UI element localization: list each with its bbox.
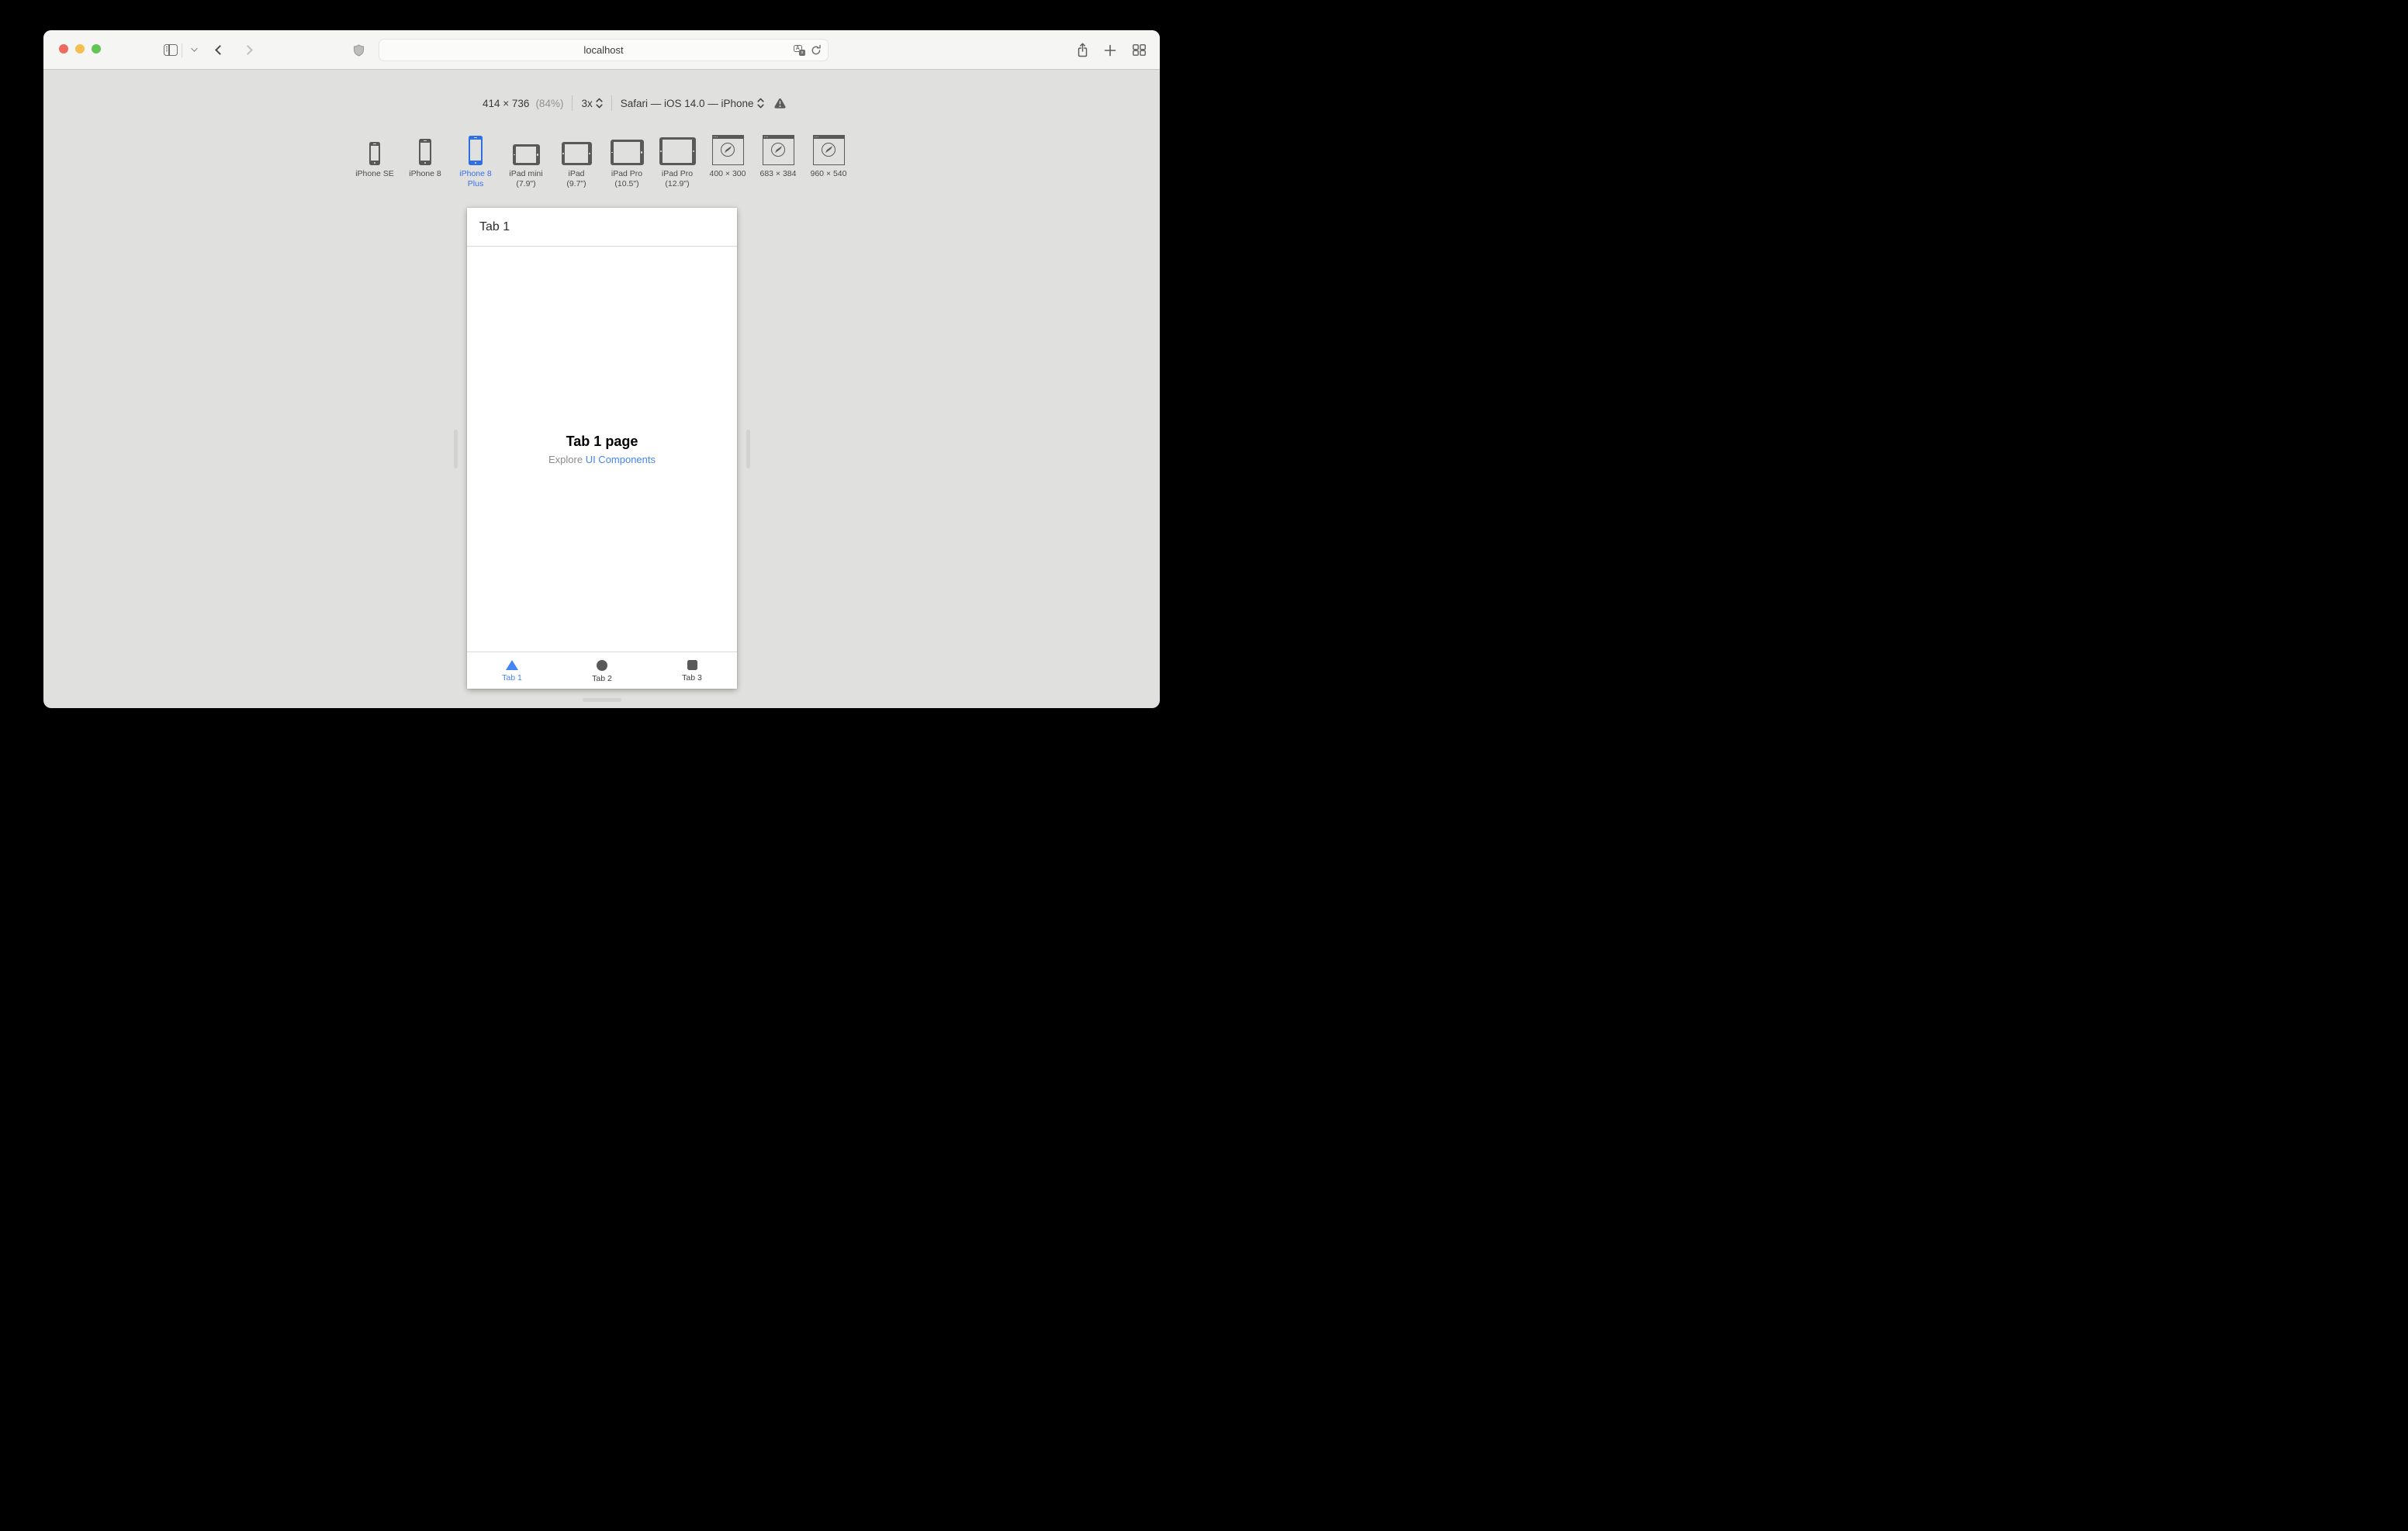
- safari-window-icon: [762, 135, 794, 165]
- device-ipad-pro-105[interactable]: iPad Pro (10.5"): [602, 131, 652, 188]
- viewport-dimensions: 414 × 736 (84%): [483, 97, 564, 109]
- iphone-icon: [469, 136, 483, 165]
- device-custom-960x540[interactable]: 960 × 540: [804, 131, 854, 188]
- reload-button[interactable]: [811, 44, 822, 56]
- share-button[interactable]: [1069, 30, 1095, 70]
- forward-button[interactable]: [234, 30, 261, 70]
- back-button[interactable]: [206, 30, 233, 70]
- browser-titlebar: localhost A x: [43, 30, 1160, 70]
- page-subtitle: Explore UI Components: [548, 454, 656, 465]
- device-iphone-8-plus[interactable]: iPhone 8 Plus: [451, 131, 501, 188]
- iphone-icon: [369, 142, 380, 165]
- zoom-button[interactable]: [92, 44, 101, 54]
- ipad-icon: [512, 144, 540, 165]
- safari-window-icon: [812, 135, 845, 165]
- warning-icon[interactable]: [773, 98, 786, 109]
- new-tab-icon: [1104, 44, 1116, 56]
- device-custom-400x300[interactable]: 400 × 300: [703, 131, 753, 188]
- device-iphone-se[interactable]: iPhone SE: [350, 131, 400, 188]
- tab-1[interactable]: Tab 1: [467, 652, 557, 689]
- close-button[interactable]: [59, 44, 68, 54]
- viewport-preview: Tab 1 Tab 1 page Explore UI Components T…: [467, 208, 737, 689]
- ui-components-link[interactable]: UI Components: [586, 454, 656, 465]
- privacy-report-button[interactable]: [346, 30, 371, 70]
- chevron-down-icon: [190, 45, 198, 52]
- explore-text: Explore: [548, 453, 583, 465]
- resize-handle-bottom[interactable]: [582, 698, 621, 702]
- privacy-shield-icon: [353, 43, 364, 57]
- ipad-icon: [610, 140, 644, 165]
- stepper-icon: [757, 98, 764, 109]
- device-ipad-97[interactable]: iPad (9.7"): [552, 131, 602, 188]
- toolbar-separator: [572, 95, 573, 111]
- app-toolbar: Tab 1: [467, 208, 737, 247]
- tab-overview-icon: [1132, 44, 1146, 56]
- circle-icon: [597, 659, 607, 671]
- device-iphone-8[interactable]: iPhone 8: [400, 131, 451, 188]
- ipad-icon: [561, 142, 592, 165]
- device-strip: iPhone SE iPhone 8 iPhone 8 Plus iPad min…: [350, 131, 854, 188]
- safari-window-icon: [711, 135, 744, 165]
- new-tab-button[interactable]: [1097, 30, 1123, 70]
- responsive-mode-toolbar: 414 × 736 (84%) 3x Safari — iOS 14.0 — iP…: [483, 93, 786, 113]
- resize-handle-right[interactable]: [746, 430, 750, 468]
- traffic-lights: [59, 44, 101, 54]
- stepper-icon: [596, 98, 603, 109]
- user-agent-select[interactable]: Safari — iOS 14.0 — iPhone: [621, 98, 764, 109]
- zoom-percentage: (84%): [535, 97, 564, 109]
- ipad-icon: [659, 137, 696, 165]
- page-title: Tab 1 page: [566, 433, 638, 449]
- app-toolbar-title: Tab 1: [479, 219, 510, 233]
- screenshot-canvas: localhost A x 414 × 736 (84%) 3x Safari …: [0, 0, 1204, 766]
- translate-icon[interactable]: A x: [794, 44, 805, 56]
- device-custom-683x384[interactable]: 683 × 384: [753, 131, 804, 188]
- share-icon: [1078, 43, 1087, 57]
- triangle-icon: [506, 660, 518, 670]
- sidebar-toggle-button[interactable]: [157, 30, 185, 70]
- address-text: localhost: [583, 44, 624, 56]
- resize-handle-left[interactable]: [454, 430, 458, 468]
- sidebar-menu-button[interactable]: [185, 30, 202, 70]
- tab-overview-button[interactable]: [1125, 30, 1153, 70]
- tab-2[interactable]: Tab 2: [557, 652, 647, 689]
- address-bar[interactable]: localhost A x: [379, 39, 829, 61]
- device-ipad-pro-129[interactable]: iPad Pro (12.9"): [652, 131, 703, 188]
- app-page-content: Tab 1 page Explore UI Components: [467, 247, 737, 651]
- sidebar-icon: [164, 44, 178, 56]
- device-ipad-mini[interactable]: iPad mini (7.9"): [501, 131, 552, 188]
- tab-3[interactable]: Tab 3: [647, 652, 737, 689]
- scale-select[interactable]: 3x: [581, 98, 603, 109]
- safari-window: localhost A x 414 × 736 (84%) 3x Safari …: [43, 30, 1160, 708]
- app-tabbar: Tab 1 Tab 2 Tab 3: [467, 651, 737, 689]
- iphone-icon: [419, 139, 431, 165]
- square-icon: [687, 660, 697, 670]
- minimize-button[interactable]: [75, 44, 85, 54]
- forward-icon: [242, 45, 253, 55]
- back-icon: [214, 45, 225, 55]
- toolbar-separator: [611, 95, 612, 111]
